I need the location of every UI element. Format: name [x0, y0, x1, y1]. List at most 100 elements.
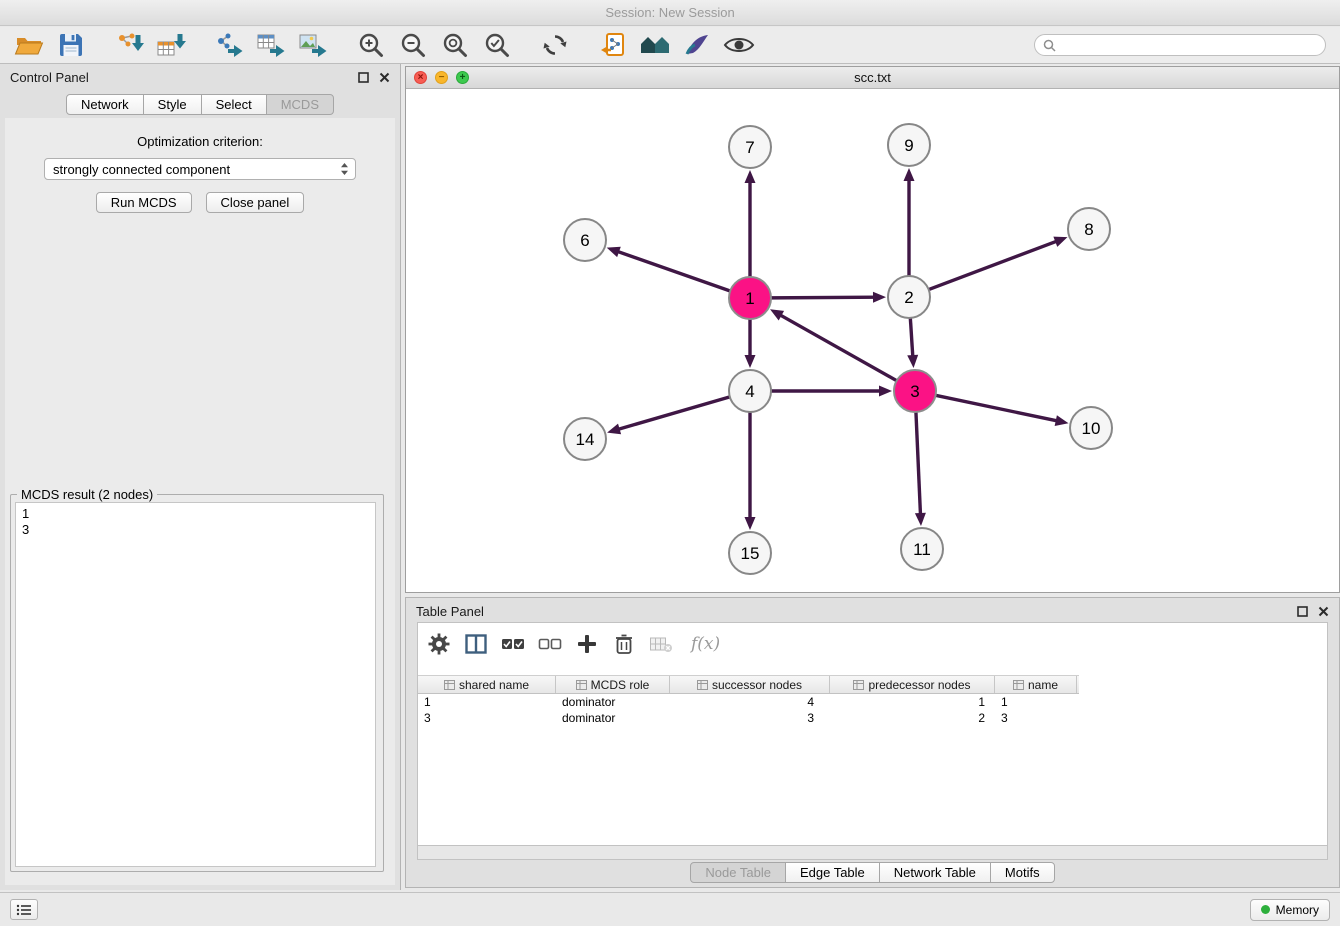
show-columns-icon[interactable] — [463, 631, 489, 657]
close-window-icon[interactable] — [414, 71, 427, 84]
graph-node-label: 8 — [1084, 220, 1093, 239]
style-brush-icon[interactable] — [680, 30, 714, 60]
graph-edge-arrow — [745, 355, 756, 368]
tab-node-table[interactable]: Node Table — [690, 862, 786, 883]
graph-edge-arrow — [745, 517, 756, 530]
graph-edge-1-6[interactable] — [616, 251, 730, 291]
column-header-label: MCDS role — [591, 678, 650, 692]
network-canvas[interactable]: 7968124314101511 — [406, 89, 1339, 592]
search-input[interactable] — [1056, 38, 1325, 53]
eye-icon[interactable] — [722, 30, 756, 60]
graph-edge-3-1[interactable] — [779, 314, 897, 380]
table-panel: Table Panel — [405, 597, 1340, 888]
open-session-icon[interactable] — [12, 30, 46, 60]
refresh-layout-icon[interactable] — [538, 30, 572, 60]
graph-node-label: 15 — [741, 544, 760, 563]
memory-button[interactable]: Memory — [1250, 899, 1330, 921]
graph-node-label: 2 — [904, 288, 913, 307]
column-header-shared-name[interactable]: shared name — [418, 676, 556, 693]
search-box — [1034, 34, 1326, 56]
zoom-fit-icon[interactable] — [438, 30, 472, 60]
graph-edge-3-10[interactable] — [936, 395, 1059, 421]
column-header-name[interactable]: name — [995, 676, 1077, 693]
graph-edge-1-2[interactable] — [771, 297, 876, 298]
export-network-icon[interactable] — [212, 30, 246, 60]
graph-edge-arrow — [1055, 415, 1069, 426]
column-header-label: successor nodes — [712, 678, 802, 692]
close-panel-icon[interactable] — [378, 71, 390, 83]
control-panel-title: Control Panel — [10, 70, 357, 85]
import-table-icon[interactable] — [154, 30, 188, 60]
network-window-titlebar[interactable]: scc.txt — [406, 67, 1339, 89]
tab-style[interactable]: Style — [143, 94, 202, 115]
graph-edge-arrow — [1053, 237, 1067, 247]
column-header-successor-nodes[interactable]: successor nodes — [670, 676, 830, 693]
table-row[interactable]: 3 dominator 3 2 3 — [418, 710, 1327, 726]
graph-node-label: 1 — [745, 289, 754, 308]
tab-edge-table[interactable]: Edge Table — [785, 862, 880, 883]
table-tabs: Node Table Edge Table Network Table Moti… — [406, 862, 1339, 883]
close-panel-button[interactable]: Close panel — [206, 192, 305, 213]
deselect-all-icon[interactable] — [537, 631, 563, 657]
criterion-dropdown-value: strongly connected component — [53, 162, 340, 177]
select-all-icon[interactable] — [500, 631, 526, 657]
delete-row-icon[interactable] — [611, 631, 637, 657]
column-header-mcds-role[interactable]: MCDS role — [556, 676, 670, 693]
maximize-window-icon[interactable] — [456, 71, 469, 84]
application-window: Session: New Session — [0, 0, 1340, 926]
graph-edge-2-3[interactable] — [910, 318, 913, 358]
cell-shared-name: 3 — [418, 711, 556, 725]
export-table-icon[interactable] — [254, 30, 288, 60]
memory-label: Memory — [1276, 903, 1319, 917]
column-header-predecessor-nodes[interactable]: predecessor nodes — [830, 676, 995, 693]
zoom-in-icon[interactable] — [354, 30, 388, 60]
list-icon — [16, 903, 32, 917]
settings-gear-icon[interactable] — [426, 631, 452, 657]
graph-edge-arrow — [907, 355, 918, 368]
close-panel-icon[interactable] — [1317, 605, 1329, 617]
criterion-dropdown[interactable]: strongly connected component — [44, 158, 356, 180]
cell-predecessor-nodes: 1 — [830, 695, 995, 709]
graph-edge-arrow — [873, 292, 886, 303]
tab-network-table[interactable]: Network Table — [879, 862, 991, 883]
function-builder-icon[interactable]: f(x) — [691, 634, 720, 654]
float-panel-icon[interactable] — [357, 71, 369, 83]
control-panel-tabs: Network Style Select MCDS — [0, 94, 400, 115]
zoom-selected-icon[interactable] — [480, 30, 514, 60]
minimize-window-icon[interactable] — [435, 71, 448, 84]
tab-select[interactable]: Select — [201, 94, 267, 115]
graph-node-label: 6 — [580, 231, 589, 250]
tab-mcds[interactable]: MCDS — [266, 94, 334, 115]
float-panel-icon[interactable] — [1296, 605, 1308, 617]
export-image-icon[interactable] — [296, 30, 330, 60]
graph-edge-4-14[interactable] — [617, 397, 730, 430]
search-icon — [1043, 39, 1056, 52]
network-document-icon[interactable] — [596, 30, 630, 60]
mcds-result-item[interactable]: 1 — [16, 503, 375, 522]
run-mcds-button[interactable]: Run MCDS — [96, 192, 192, 213]
save-session-icon[interactable] — [54, 30, 88, 60]
cell-predecessor-nodes: 2 — [830, 711, 995, 725]
tab-network[interactable]: Network — [66, 94, 144, 115]
add-row-icon[interactable] — [574, 631, 600, 657]
home-icon[interactable] — [638, 30, 672, 60]
graph-edge-2-8[interactable] — [929, 241, 1058, 290]
import-network-icon[interactable] — [112, 30, 146, 60]
panel-menu-button[interactable] — [10, 899, 38, 920]
table-panel-title: Table Panel — [416, 604, 1296, 619]
network-window: scc.txt 7968124314101511 — [405, 66, 1340, 593]
mcds-tab-content: Optimization criterion: strongly connect… — [5, 118, 395, 885]
table-scrollbar[interactable] — [417, 846, 1328, 860]
tab-motifs[interactable]: Motifs — [990, 862, 1055, 883]
status-bar: Memory — [0, 892, 1340, 926]
zoom-out-icon[interactable] — [396, 30, 430, 60]
graph-edge-3-11[interactable] — [916, 412, 921, 516]
column-header-label: shared name — [459, 678, 529, 692]
table-row[interactable]: 1 dominator 4 1 1 — [418, 694, 1327, 710]
column-header-label: predecessor nodes — [868, 678, 970, 692]
graph-node-label: 4 — [745, 382, 754, 401]
cell-mcds-role: dominator — [556, 711, 670, 725]
mcds-result-item[interactable]: 3 — [16, 522, 375, 538]
graph-edge-arrow — [607, 247, 621, 257]
table-header-row: shared name MCDS role successor nodes pr… — [418, 675, 1079, 694]
